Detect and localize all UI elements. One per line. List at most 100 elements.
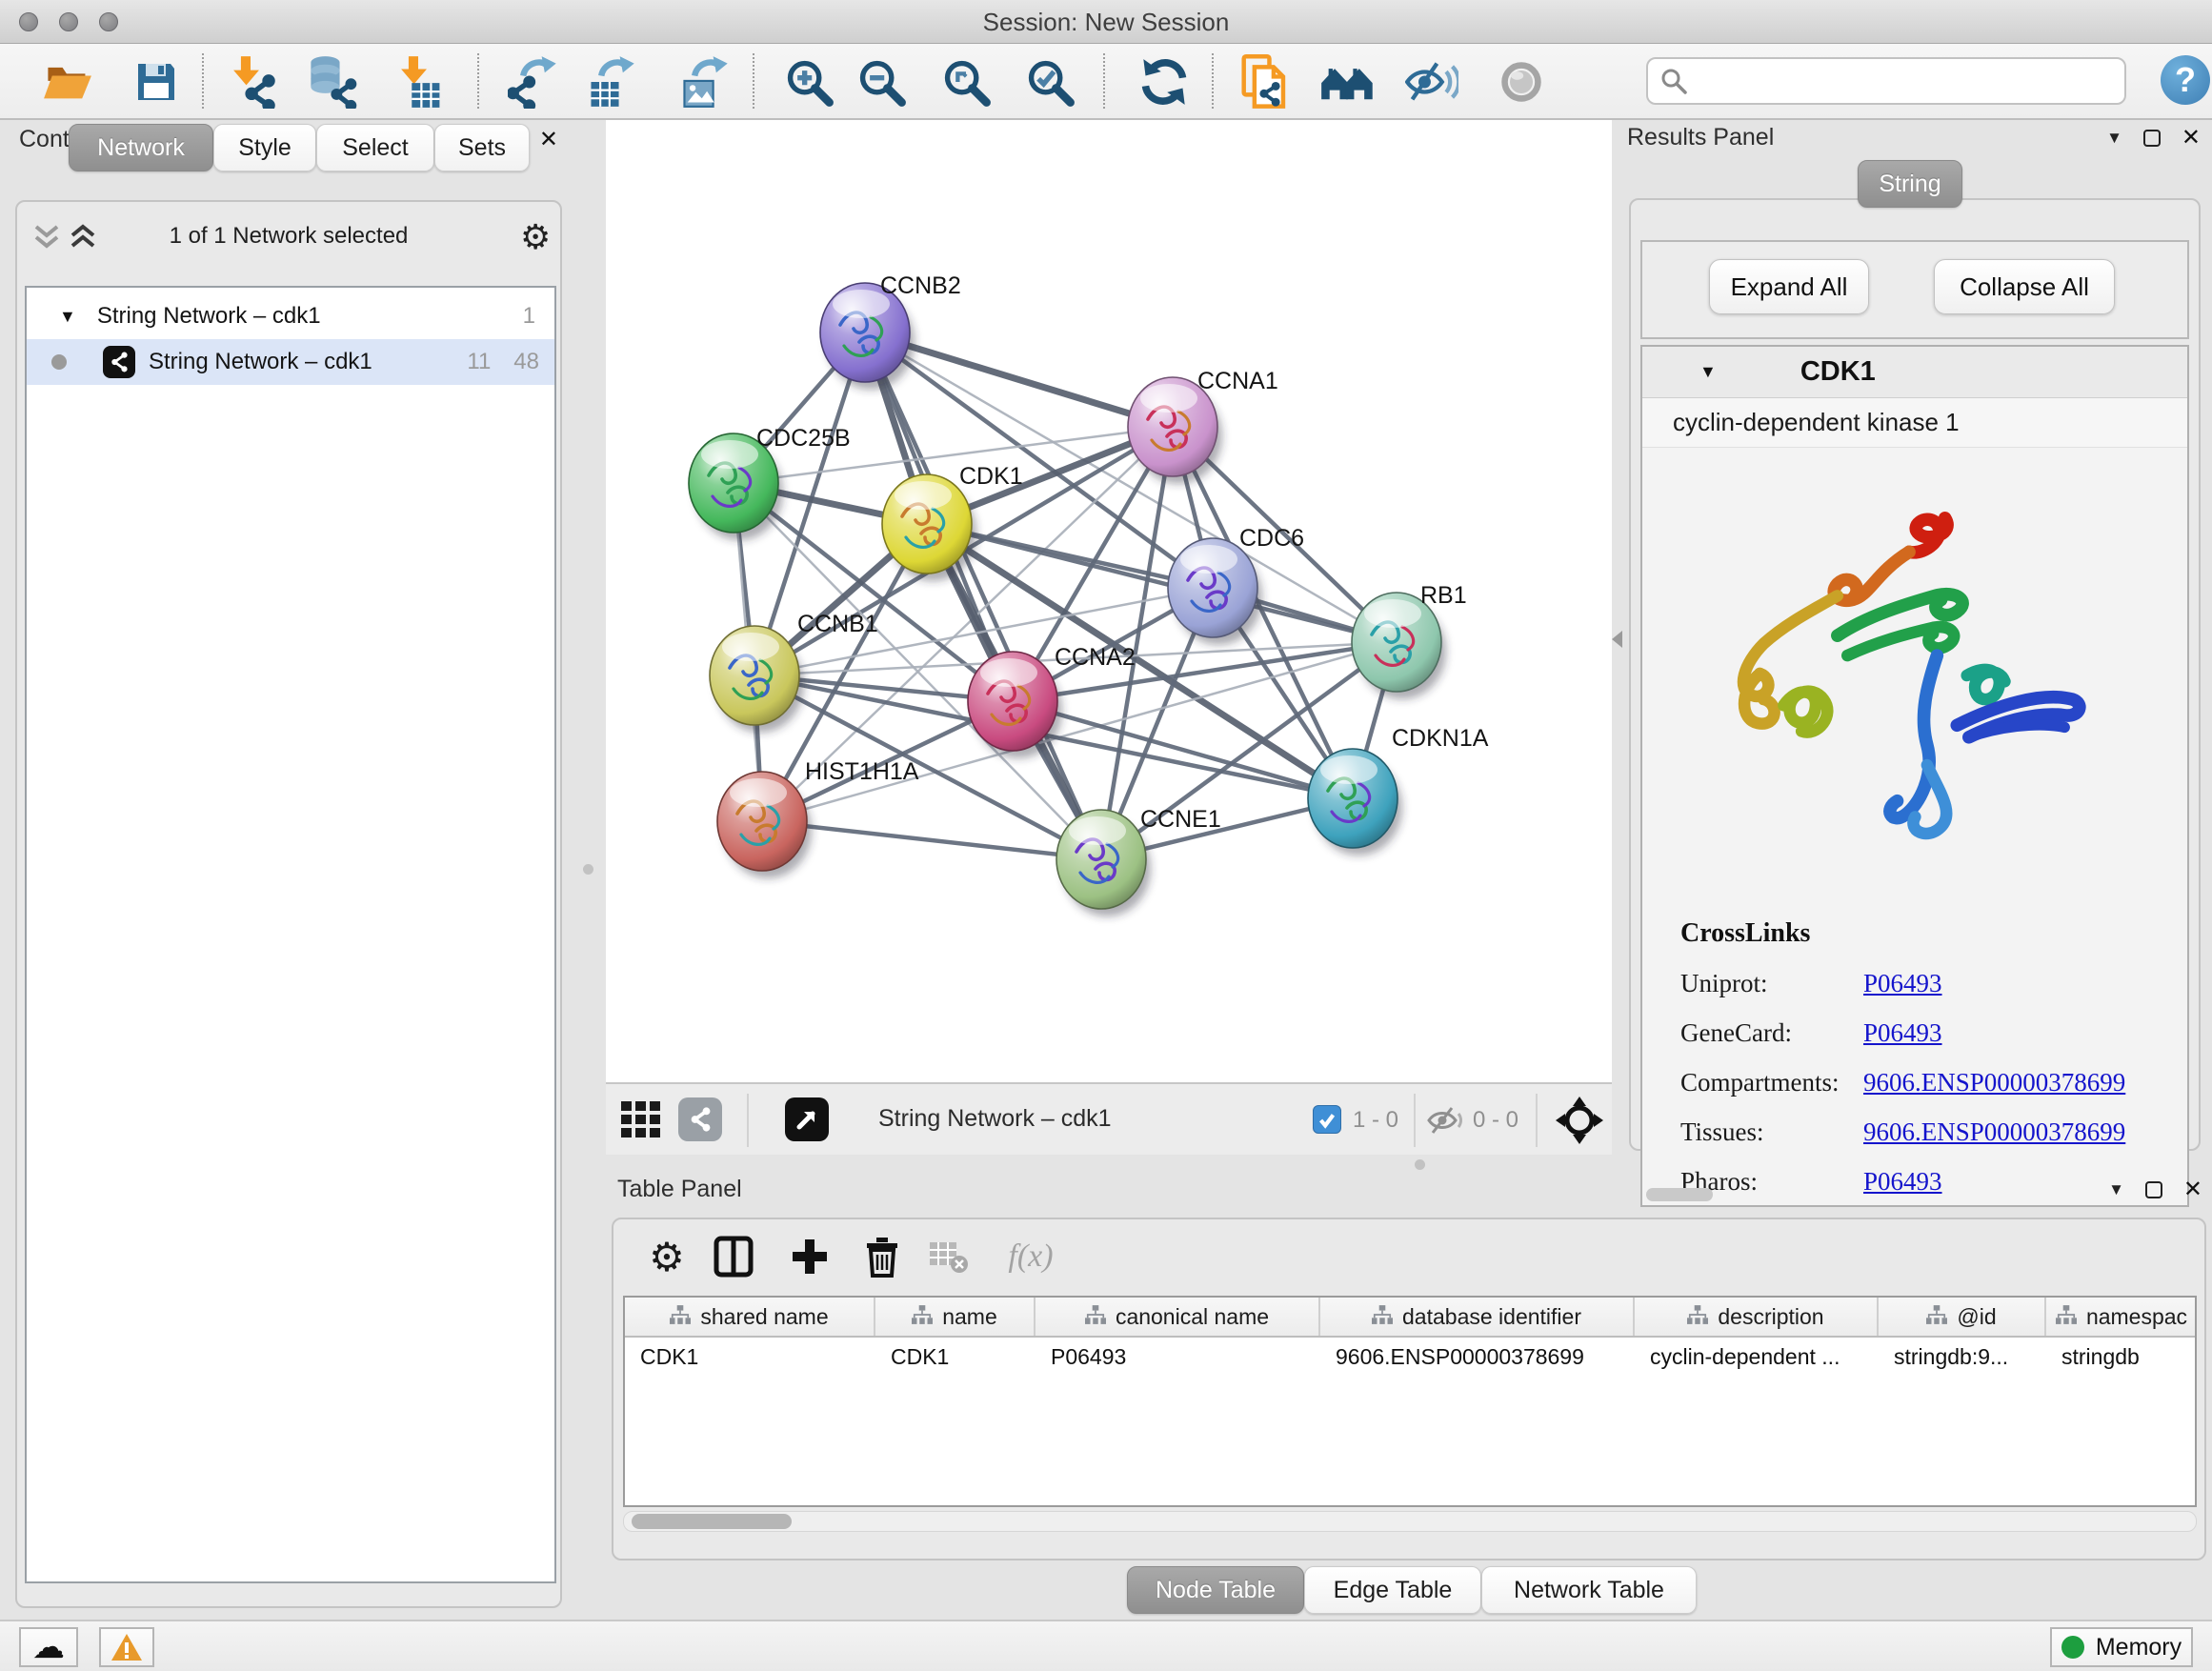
tab-select[interactable]: Select (316, 124, 434, 171)
zoom-selected-button[interactable] (1019, 51, 1080, 112)
table-panel-close-icon[interactable]: ✕ (2183, 1176, 2202, 1203)
table-panel-float-icon[interactable] (2145, 1181, 2162, 1198)
tab-node-table[interactable]: Node Table (1127, 1566, 1304, 1614)
open-session-button[interactable] (37, 51, 98, 112)
table-cell[interactable]: P06493 (1036, 1338, 1320, 1378)
crosslink-link[interactable]: 9606.ENSP00000378699 (1863, 1117, 2125, 1147)
crosslink-link[interactable]: 9606.ENSP00000378699 (1863, 1068, 2125, 1097)
table-cell[interactable]: cyclin-dependent ... (1635, 1338, 1879, 1378)
node-table[interactable]: shared namenamecanonical namedatabase id… (623, 1296, 2197, 1507)
left-splitter-handle[interactable] (583, 864, 593, 875)
selected-nodes-checkbox-icon[interactable] (1313, 1105, 1341, 1134)
expand-all-button[interactable]: Expand All (1709, 259, 1869, 314)
import-table-button[interactable] (388, 51, 449, 112)
delete-column-trash-icon[interactable] (857, 1229, 907, 1284)
network-edge[interactable] (762, 821, 1101, 859)
toolbar-separator (1414, 1094, 1416, 1147)
protein-card-header[interactable]: ▼ CDK1 (1642, 347, 2187, 398)
refresh-button[interactable] (1134, 51, 1195, 112)
results-panel-menu-icon[interactable]: ▼ (2106, 129, 2122, 148)
table-scrollbar-track[interactable] (623, 1511, 2197, 1532)
tab-network[interactable]: Network (69, 124, 213, 171)
table-panel-menu-icon[interactable]: ▼ (2108, 1180, 2124, 1199)
tree-expander-icon[interactable]: ▼ (59, 307, 76, 327)
column-header[interactable]: shared name (625, 1298, 875, 1336)
warnings-button[interactable] (99, 1627, 154, 1667)
home-button[interactable] (1317, 51, 1378, 112)
hidden-elements-eye-icon[interactable] (1427, 1105, 1465, 1140)
tab-network-table[interactable]: Network Table (1481, 1566, 1697, 1614)
export-image-icon (679, 55, 731, 109)
table-cell[interactable]: stringdb (2046, 1338, 2197, 1378)
tab-sets[interactable]: Sets (434, 124, 530, 171)
shared-column-icon (2056, 1304, 2077, 1330)
hide-graphics-details-button[interactable] (1401, 51, 1462, 112)
zoom-fit-button[interactable] (935, 51, 996, 112)
crosslink-link[interactable]: P06493 (1863, 1018, 1942, 1048)
show-columns-icon[interactable] (709, 1229, 758, 1284)
collapse-all-button[interactable]: Collapse All (1934, 259, 2115, 314)
table-panel: Table Panel ▼ ✕ ⚙ (606, 1155, 2212, 1620)
fit-content-crosshair-icon[interactable] (1555, 1096, 1604, 1150)
show-graphics-details-button[interactable] (1491, 51, 1552, 112)
import-network-file-button[interactable] (220, 51, 281, 112)
network-view[interactable]: CCNB2CCNA1CDC25BCDK1CDC6RB1CCNB1CCNA2CDK… (606, 120, 1612, 1155)
crosslink-label: GeneCard: (1680, 1018, 1863, 1048)
toolbar-separator (753, 53, 754, 109)
tab-edge-table[interactable]: Edge Table (1304, 1566, 1481, 1614)
network-birdseye-icon[interactable] (678, 1097, 722, 1141)
network-node[interactable] (882, 474, 976, 581)
crosslink-link[interactable]: P06493 (1863, 969, 1942, 998)
network-collection-row[interactable]: ▼ String Network – cdk1 1 (27, 293, 554, 339)
column-header[interactable]: canonical name (1036, 1298, 1320, 1336)
network-row-selected[interactable]: String Network – cdk1 11 48 (27, 339, 554, 385)
crosslink-label: Tissues: (1680, 1117, 1863, 1147)
table-cell[interactable]: 9606.ENSP00000378699 (1320, 1338, 1635, 1378)
table-scrollbar-thumb[interactable] (632, 1514, 792, 1529)
cloud-status-button[interactable]: ☁ (19, 1627, 78, 1667)
network-node[interactable] (1056, 810, 1151, 916)
shared-column-icon (670, 1304, 691, 1330)
tab-string[interactable]: String (1858, 160, 1962, 208)
memory-button[interactable]: Memory (2050, 1627, 2193, 1667)
save-icon (133, 59, 179, 105)
results-panel-title: Results Panel (1627, 124, 1774, 151)
save-session-button[interactable] (126, 51, 187, 112)
column-header[interactable]: @id (1879, 1298, 2046, 1336)
crosslink-label: Uniprot: (1680, 969, 1863, 998)
zoom-in-button[interactable] (778, 51, 839, 112)
create-column-plus-icon[interactable] (785, 1229, 835, 1284)
export-network-button[interactable] (503, 51, 564, 112)
column-header[interactable]: database identifier (1320, 1298, 1635, 1336)
tab-style[interactable]: Style (213, 124, 316, 171)
control-panel-close-icon[interactable]: ✕ (539, 126, 558, 153)
table-options-gear-icon[interactable]: ⚙ (642, 1229, 692, 1284)
results-panel-float-icon[interactable] (2143, 130, 2161, 147)
collapse-protein-icon[interactable]: ▼ (1699, 362, 1717, 382)
import-network-database-button[interactable] (302, 51, 363, 112)
title-bar: Session: New Session (0, 0, 2212, 44)
export-image-button[interactable] (674, 51, 735, 112)
help-button[interactable]: ? (2161, 55, 2210, 105)
network-node-label: CCNE1 (1140, 806, 1221, 833)
table-cell[interactable]: stringdb:9... (1879, 1338, 2046, 1378)
column-header[interactable]: description (1635, 1298, 1879, 1336)
column-header[interactable]: name (875, 1298, 1036, 1336)
export-table-button[interactable] (581, 51, 642, 112)
duplicate-network-button[interactable] (1235, 51, 1296, 112)
network-node[interactable] (1308, 749, 1402, 856)
table-row[interactable]: CDK1CDK1P064939606.ENSP00000378699cyclin… (625, 1338, 2195, 1378)
results-panel-close-icon[interactable]: ✕ (2182, 124, 2201, 151)
open-in-window-icon[interactable] (785, 1097, 829, 1141)
network-node-label: CCNA2 (1055, 644, 1136, 671)
table-cell[interactable]: CDK1 (875, 1338, 1036, 1378)
network-node[interactable] (968, 652, 1062, 758)
grid-view-icon[interactable] (621, 1101, 663, 1144)
network-options-gear-icon[interactable]: ⚙ (520, 217, 551, 257)
network-canvas[interactable]: CCNB2CCNA1CDC25BCDK1CDC6RB1CCNB1CCNA2CDK… (606, 120, 1612, 1082)
search-input[interactable] (1646, 57, 2126, 105)
results-panel: Results Panel ▼ ✕ String Expand All Coll… (1619, 120, 2208, 1155)
zoom-out-button[interactable] (851, 51, 912, 112)
column-header[interactable]: namespac (2046, 1298, 2197, 1336)
table-cell[interactable]: CDK1 (625, 1338, 875, 1378)
